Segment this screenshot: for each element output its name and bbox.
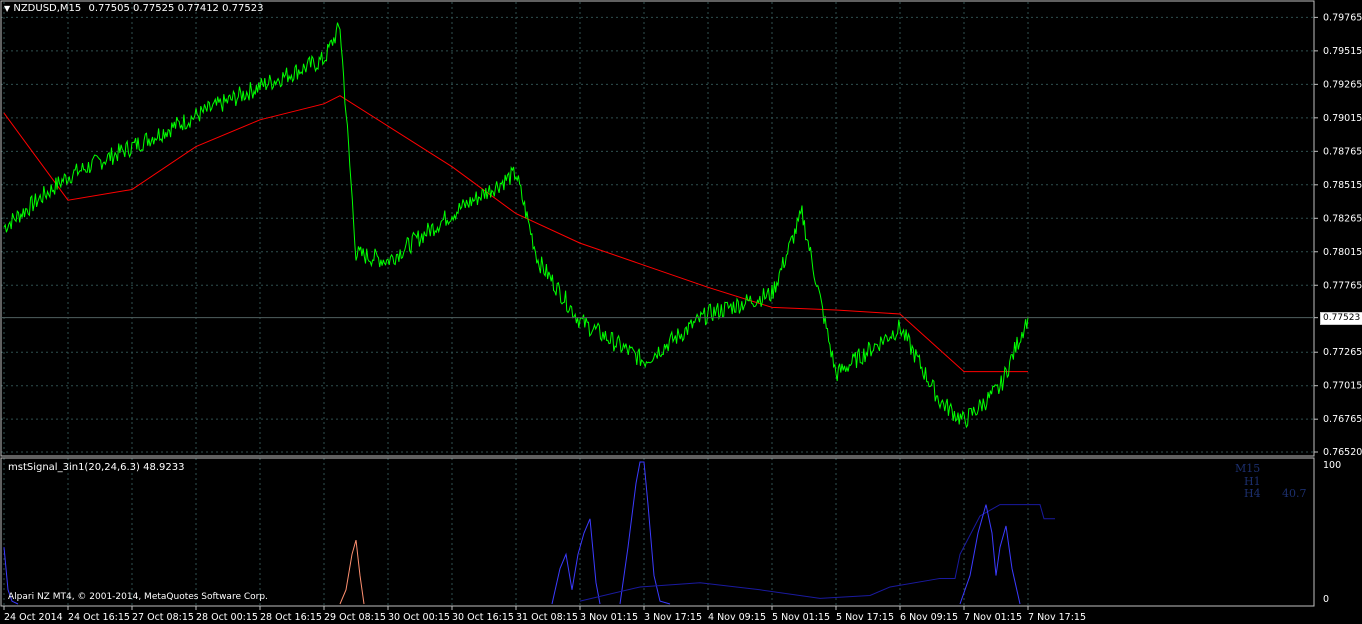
time-tick-label: 24 Oct 2014 bbox=[4, 612, 63, 623]
indicator-blue-line bbox=[959, 504, 1021, 605]
time-axis: 24 Oct 2014 24 Oct 16:15 27 Oct 08:15 28 Oc… bbox=[4, 612, 1086, 623]
price-tick-label: 0.79015 bbox=[1323, 113, 1362, 124]
chart-canvas[interactable]: 0.79765 0.79515 0.79265 0.79015 0.78765 0.785… bbox=[0, 0, 1362, 624]
time-tick-label: 4 Nov 09:15 bbox=[708, 612, 766, 623]
price-tick-label: 0.77765 bbox=[1323, 280, 1362, 291]
indicator-lines bbox=[3, 461, 1055, 605]
time-tick-label: 7 Nov 01:15 bbox=[964, 612, 1022, 623]
high-value: 0.77525 bbox=[133, 3, 175, 14]
indicator-navy-line bbox=[579, 504, 1055, 602]
time-tick-label: 5 Nov 01:15 bbox=[772, 612, 830, 623]
time-tick-label: 24 Oct 16:15 bbox=[68, 612, 130, 623]
price-tick-label: 0.79265 bbox=[1323, 79, 1362, 90]
price-tick-label: 0.77015 bbox=[1323, 381, 1362, 392]
indicator-scale-top: 100 bbox=[1323, 460, 1342, 471]
indicator-scale-bottom: 0 bbox=[1323, 594, 1330, 605]
header-bar: ▼ NZDUSD,M15 0.77505 0.77525 0.77412 0.7… bbox=[4, 3, 263, 14]
time-tick-label: 6 Nov 09:15 bbox=[900, 612, 958, 623]
symbol-label: NZDUSD,M15 bbox=[13, 3, 82, 14]
collapse-triangle-icon[interactable]: ▼ bbox=[4, 4, 10, 13]
close-value: 0.77523 bbox=[222, 3, 264, 14]
time-tick-label: 3 Nov 01:15 bbox=[580, 612, 638, 623]
indicator-blue-line bbox=[551, 518, 601, 605]
price-tick-label: 0.78265 bbox=[1323, 213, 1362, 224]
indicator-h4-value: 40.7 bbox=[1282, 487, 1307, 500]
indicator-tf-h4: H4 bbox=[1244, 487, 1261, 500]
indicator-blue-line bbox=[619, 461, 671, 605]
price-tick-label: 0.78015 bbox=[1323, 247, 1362, 258]
chart-grid bbox=[1, 2, 1314, 606]
price-tick-label: 0.79515 bbox=[1323, 46, 1362, 57]
indicator-salmon-line bbox=[339, 539, 365, 605]
time-tick-label: 29 Oct 08:15 bbox=[324, 612, 386, 623]
indicator-name: mstSignal_3in1(20,24,6.3) bbox=[8, 462, 140, 473]
broker-watermark: Alpari NZ MT4, © 2001-2014, MetaQuotes S… bbox=[8, 592, 268, 602]
price-tick-label: 0.78515 bbox=[1323, 180, 1362, 191]
price-tick-label: 0.76765 bbox=[1323, 414, 1362, 425]
price-tick-label: 0.79765 bbox=[1323, 12, 1362, 23]
current-price-badge: 0.77523 bbox=[1320, 311, 1362, 325]
indicator-panel-border bbox=[0, 457, 1315, 607]
price-tick-label: 0.77265 bbox=[1323, 347, 1362, 358]
time-tick-label: 3 Nov 17:15 bbox=[644, 612, 702, 623]
main-panel-border bbox=[0, 0, 1315, 457]
time-tick-label: 31 Oct 08:15 bbox=[516, 612, 578, 623]
indicator-tf-m15: M15 bbox=[1235, 462, 1261, 475]
time-tick-label: 30 Oct 00:15 bbox=[388, 612, 450, 623]
price-tick-label: 0.76520 bbox=[1323, 447, 1362, 458]
indicator-header: mstSignal_3in1(20,24,6.3) 48.9233 bbox=[8, 462, 185, 473]
time-tick-label: 5 Nov 17:15 bbox=[836, 612, 894, 623]
time-tick-label: 30 Oct 16:15 bbox=[452, 612, 514, 623]
time-tick-label: 7 Nov 17:15 bbox=[1028, 612, 1086, 623]
chart-axes bbox=[0, 0, 1318, 610]
time-tick-label: 27 Oct 08:15 bbox=[132, 612, 194, 623]
price-tick-label: 0.78765 bbox=[1323, 146, 1362, 157]
open-value: 0.77505 bbox=[88, 3, 130, 14]
time-tick-label: 28 Oct 16:15 bbox=[260, 612, 322, 623]
price-axis: 0.79765 0.79515 0.79265 0.79015 0.78765 0.785… bbox=[1323, 12, 1362, 458]
time-tick-label: 28 Oct 00:15 bbox=[196, 612, 258, 623]
low-value: 0.77412 bbox=[177, 3, 219, 14]
indicator-value: 48.9233 bbox=[143, 462, 185, 473]
